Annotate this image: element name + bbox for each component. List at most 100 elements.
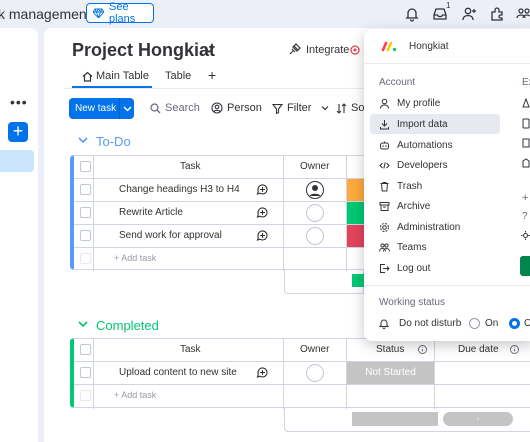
invite-members-icon[interactable] — [461, 6, 477, 22]
help-icon[interactable] — [522, 138, 530, 148]
mobile-icon[interactable] — [522, 118, 530, 129]
task-name[interactable]: Change headings H3 to H4 — [119, 184, 240, 195]
dnd-off-radio[interactable] — [509, 318, 520, 329]
menu-item-developers[interactable]: Developers — [370, 155, 500, 175]
task-name[interactable]: Send work for approval — [119, 230, 222, 241]
add-task-input[interactable]: + Add task — [114, 253, 156, 263]
question-icon[interactable]: ? — [522, 211, 528, 222]
plus-icon[interactable]: + — [522, 192, 528, 204]
menu-item-archive[interactable]: Archive — [370, 196, 500, 216]
add-update-icon[interactable] — [256, 229, 269, 242]
board-title[interactable]: Project Hongkiat — [72, 40, 215, 61]
tab-main-table[interactable]: Main Table — [82, 70, 149, 82]
empty-owner-avatar[interactable] — [306, 204, 324, 222]
task-name[interactable]: Rewrite Article — [119, 207, 183, 218]
todo-summary-row — [284, 270, 365, 294]
info-icon[interactable] — [418, 345, 427, 354]
row-checkbox — [80, 253, 91, 264]
download-icon — [379, 119, 390, 130]
trash-icon — [379, 181, 390, 192]
do-not-disturb-label: Do not disturb — [399, 318, 462, 329]
add-board-button[interactable]: + — [8, 122, 28, 142]
owner-column-header: Owner — [300, 161, 330, 172]
table-row[interactable]: Send work for approval — [74, 224, 377, 247]
person-label: Person — [227, 102, 262, 114]
dnd-off-label: O — [524, 318, 530, 329]
completed-summary-row: - — [284, 408, 530, 432]
status-cell[interactable]: Not Started — [347, 362, 434, 384]
dnd-on-radio[interactable] — [469, 318, 480, 329]
task-column-header: Task — [180, 344, 201, 355]
group-title-completed[interactable]: Completed — [96, 318, 159, 333]
code-icon — [379, 160, 390, 171]
theme-icon[interactable] — [521, 231, 530, 240]
row-checkbox — [80, 390, 91, 401]
home-icon — [82, 71, 93, 82]
workspace-name: Hongkiat — [409, 41, 449, 52]
add-task-row[interactable]: + Add task — [74, 247, 369, 270]
filter-button[interactable]: Filter — [272, 102, 329, 114]
select-all-checkbox[interactable] — [80, 161, 91, 172]
menu-item-my-profile[interactable]: My profile — [370, 93, 500, 113]
owner-avatar[interactable] — [306, 181, 324, 199]
select-all-checkbox[interactable] — [80, 344, 91, 355]
table-row[interactable]: Upload content to new site Not Started — [74, 361, 530, 384]
sort-icon — [336, 102, 347, 114]
add-update-icon[interactable] — [256, 206, 269, 219]
add-task-input[interactable]: + Add task — [114, 390, 156, 400]
empty-owner-avatar[interactable] — [306, 227, 324, 245]
more-options-icon[interactable]: ••• — [10, 94, 28, 110]
row-checkbox[interactable] — [80, 207, 91, 218]
task-column-header: Task — [180, 161, 201, 172]
apps-icon[interactable] — [489, 6, 505, 22]
tab-table[interactable]: Table — [165, 70, 191, 82]
add-task-row[interactable]: + Add task — [74, 384, 530, 407]
owner-column-header: Owner — [300, 344, 330, 355]
person-filter-button[interactable]: Person — [211, 102, 262, 114]
menu-item-import-data[interactable]: Import data — [370, 114, 500, 134]
menu-item-administration[interactable]: Administration — [370, 217, 500, 237]
integrate-button[interactable]: Integrate — [288, 43, 349, 56]
completed-table: Task Owner Status Due date Upload conten… — [70, 338, 530, 409]
account-section-label: Account — [379, 77, 416, 88]
menu-item-log-out[interactable]: Log out — [370, 258, 500, 278]
search-button[interactable]: Search — [150, 102, 200, 114]
table-row[interactable]: Change headings H3 to H4 — [74, 178, 377, 201]
integrate-icon — [288, 43, 301, 56]
bell-icon[interactable] — [404, 6, 420, 22]
row-checkbox[interactable] — [80, 184, 91, 195]
menu-item-teams[interactable]: Teams — [370, 237, 500, 257]
chevron-down-icon[interactable] — [78, 320, 88, 328]
row-checkbox[interactable] — [80, 367, 91, 378]
see-plans-button[interactable]: See plans — [86, 1, 154, 25]
automate-icon[interactable] — [350, 45, 360, 55]
table-header-row: Task Owner Status Due date — [74, 339, 530, 361]
chevron-down-icon[interactable] — [120, 105, 132, 112]
explore-icon[interactable] — [522, 98, 530, 108]
menu-item-trash[interactable]: Trash — [370, 176, 500, 196]
add-update-icon[interactable] — [256, 183, 269, 196]
integrate-label: Integrate — [306, 43, 350, 56]
academy-icon[interactable] — [522, 158, 530, 168]
explore-section-label: Ex — [522, 77, 530, 88]
new-task-button[interactable]: New task — [69, 98, 134, 119]
due-date-column-header: Due date — [458, 344, 499, 355]
group-title-todo[interactable]: To-Do — [96, 134, 131, 149]
notification-count: 1 — [446, 1, 451, 10]
add-view-button[interactable]: + — [208, 67, 216, 83]
row-checkbox[interactable] — [80, 230, 91, 241]
empty-owner-avatar[interactable] — [306, 364, 324, 382]
status-summary-bar — [352, 412, 438, 426]
task-name[interactable]: Upload content to new site — [119, 367, 237, 378]
todo-table: Task Owner Change headings H3 to H4 Rewr… — [70, 155, 377, 271]
upgrade-button[interactable] — [520, 256, 530, 276]
info-icon[interactable] — [510, 345, 519, 354]
chevron-down-icon[interactable] — [204, 46, 214, 54]
team-icon[interactable] — [516, 6, 530, 22]
table-row[interactable]: Rewrite Article — [74, 201, 377, 224]
add-update-icon[interactable] — [256, 366, 269, 379]
sidebar-selected-item[interactable] — [0, 150, 34, 172]
menu-item-automations[interactable]: Automations — [370, 135, 500, 155]
chevron-down-icon[interactable] — [78, 136, 88, 144]
date-summary-pill: - — [443, 412, 513, 426]
